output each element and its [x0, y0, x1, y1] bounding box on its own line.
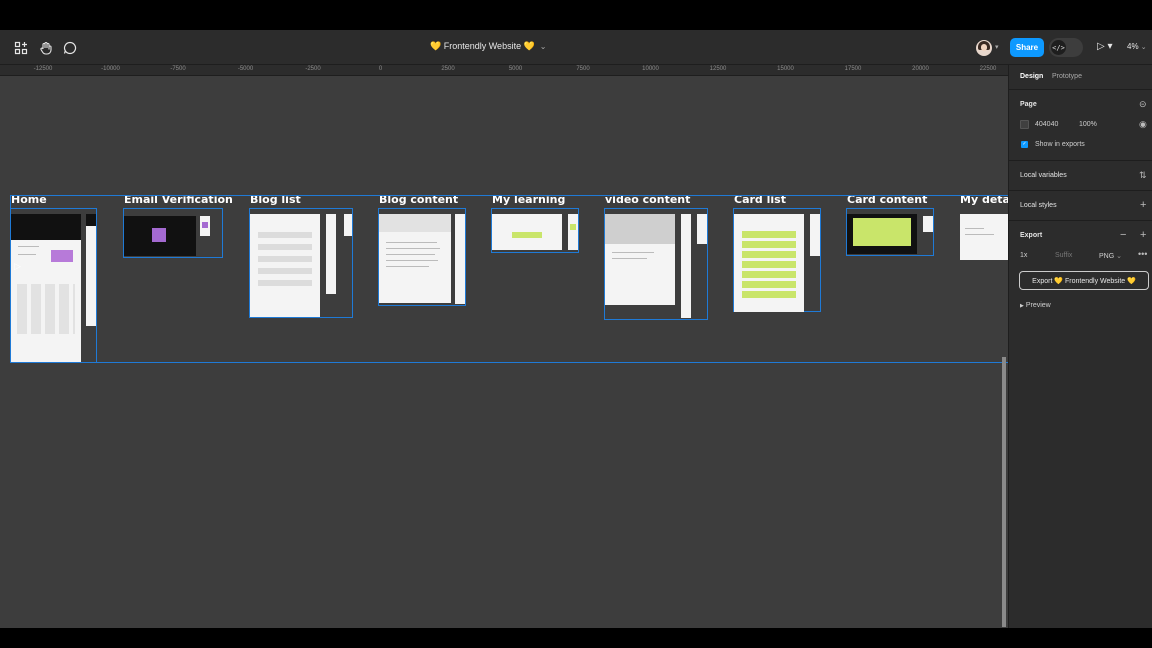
caret-right-icon: ▶: [1020, 303, 1024, 309]
export-format-value: PNG: [1099, 253, 1115, 260]
show-in-exports-label: Show in exports: [1035, 141, 1085, 148]
ruler-tick: 12500: [709, 66, 727, 72]
export-suffix-input[interactable]: Suffix: [1055, 252, 1072, 259]
page-opacity-value[interactable]: 100%: [1079, 121, 1097, 128]
bottom-bar: [0, 628, 1152, 648]
export-scale[interactable]: 1x: [1020, 252, 1027, 259]
ruler-tick: 2500: [441, 66, 455, 72]
ruler-tick: -2500: [305, 66, 321, 72]
horizontal-ruler: -12500 -10000 -7500 -5000 -2500 0 2500 5000 7500…: [0, 65, 1008, 76]
cursor-icon: ▷: [14, 261, 21, 271]
ruler-tick: 10000: [642, 66, 659, 72]
chevron-down-icon[interactable]: ▾: [995, 43, 999, 51]
preview-label: Preview: [1025, 302, 1051, 309]
vertical-scrollbar[interactable]: [1002, 357, 1006, 627]
file-title-text: 💛 Frontendly Website 💛: [430, 41, 535, 51]
export-format-select[interactable]: PNG ⌄: [1099, 252, 1122, 260]
figma-window: 💛 Frontendly Website 💛 ⌄ ▾ Share </> ▷ ▾ …: [0, 0, 1152, 648]
zoom-level[interactable]: 4% ⌄: [1127, 42, 1147, 51]
zoom-value: 4%: [1127, 42, 1139, 51]
eye-slash-icon[interactable]: ⊝: [1139, 99, 1147, 110]
chevron-down-icon: ⌄: [539, 42, 547, 51]
selection-box[interactable]: [10, 195, 1008, 363]
share-button[interactable]: Share: [1010, 38, 1044, 57]
top-toolbar: 💛 Frontendly Website 💛 ⌄ ▾ Share </> ▷ ▾ …: [0, 30, 1152, 65]
tab-prototype[interactable]: Prototype: [1052, 73, 1082, 80]
export-section: Export − + 1x Suffix PNG ⌄ ••• Export 💛 …: [1009, 220, 1152, 320]
ruler-tick: -7500: [170, 66, 186, 72]
canvas[interactable]: Home Email Verification Blog list Blog c…: [0, 76, 1008, 628]
export-button[interactable]: Export 💛 Frontendly Website 💛: [1019, 271, 1149, 290]
hand-icon[interactable]: [37, 39, 55, 57]
show-in-exports-checkbox[interactable]: ✓: [1021, 141, 1028, 148]
local-variables-section[interactable]: Local variables ⇅: [1009, 160, 1152, 190]
ruler-tick: 0: [378, 66, 383, 72]
local-variables-label: Local variables: [1020, 172, 1067, 179]
sliders-icon[interactable]: ⇅: [1139, 170, 1147, 181]
dev-mode-toggle[interactable]: </>: [1049, 38, 1083, 57]
chevron-down-icon: ⌄: [1116, 253, 1122, 260]
ruler-tick: -5000: [237, 66, 254, 72]
ruler-tick: 22500: [979, 66, 997, 72]
comment-icon[interactable]: [61, 39, 79, 57]
ruler-tick: 17500: [844, 66, 862, 72]
local-styles-section[interactable]: Local styles +: [1009, 190, 1152, 220]
avatar[interactable]: [976, 40, 992, 56]
plus-icon[interactable]: +: [1140, 229, 1146, 241]
minus-icon[interactable]: −: [1120, 229, 1126, 241]
local-styles-label: Local styles: [1020, 202, 1057, 209]
preview-toggle[interactable]: ▶ Preview: [1020, 302, 1051, 309]
export-heading: Export: [1020, 232, 1043, 239]
code-icon: </>: [1051, 40, 1066, 55]
ruler-tick: 5000: [508, 66, 523, 72]
eye-icon[interactable]: ◉: [1139, 119, 1147, 130]
design-panel: Design Prototype Page ⊝ 404040 100% ◉ ✓ …: [1008, 65, 1152, 628]
ruler-tick: -10000: [101, 66, 120, 72]
page-section: Page ⊝ 404040 100% ◉ ✓ Show in exports: [1009, 89, 1152, 160]
color-swatch[interactable]: [1020, 120, 1029, 129]
ruler-tick: 15000: [777, 66, 794, 72]
ruler-tick: 20000: [912, 66, 929, 72]
tab-design[interactable]: Design: [1020, 73, 1043, 80]
more-options-icon[interactable]: •••: [1138, 249, 1147, 259]
file-title[interactable]: 💛 Frontendly Website 💛 ⌄: [430, 41, 547, 52]
ruler-tick: -12500: [33, 66, 53, 72]
chevron-down-icon: ⌄: [1140, 44, 1147, 51]
page-heading: Page: [1020, 101, 1037, 108]
ruler-tick: 7500: [576, 66, 590, 72]
page-color-value[interactable]: 404040: [1035, 121, 1058, 128]
plus-icon[interactable]: +: [1140, 199, 1146, 211]
frames-icon[interactable]: [12, 39, 30, 57]
play-icon[interactable]: ▷ ▾: [1097, 41, 1113, 52]
